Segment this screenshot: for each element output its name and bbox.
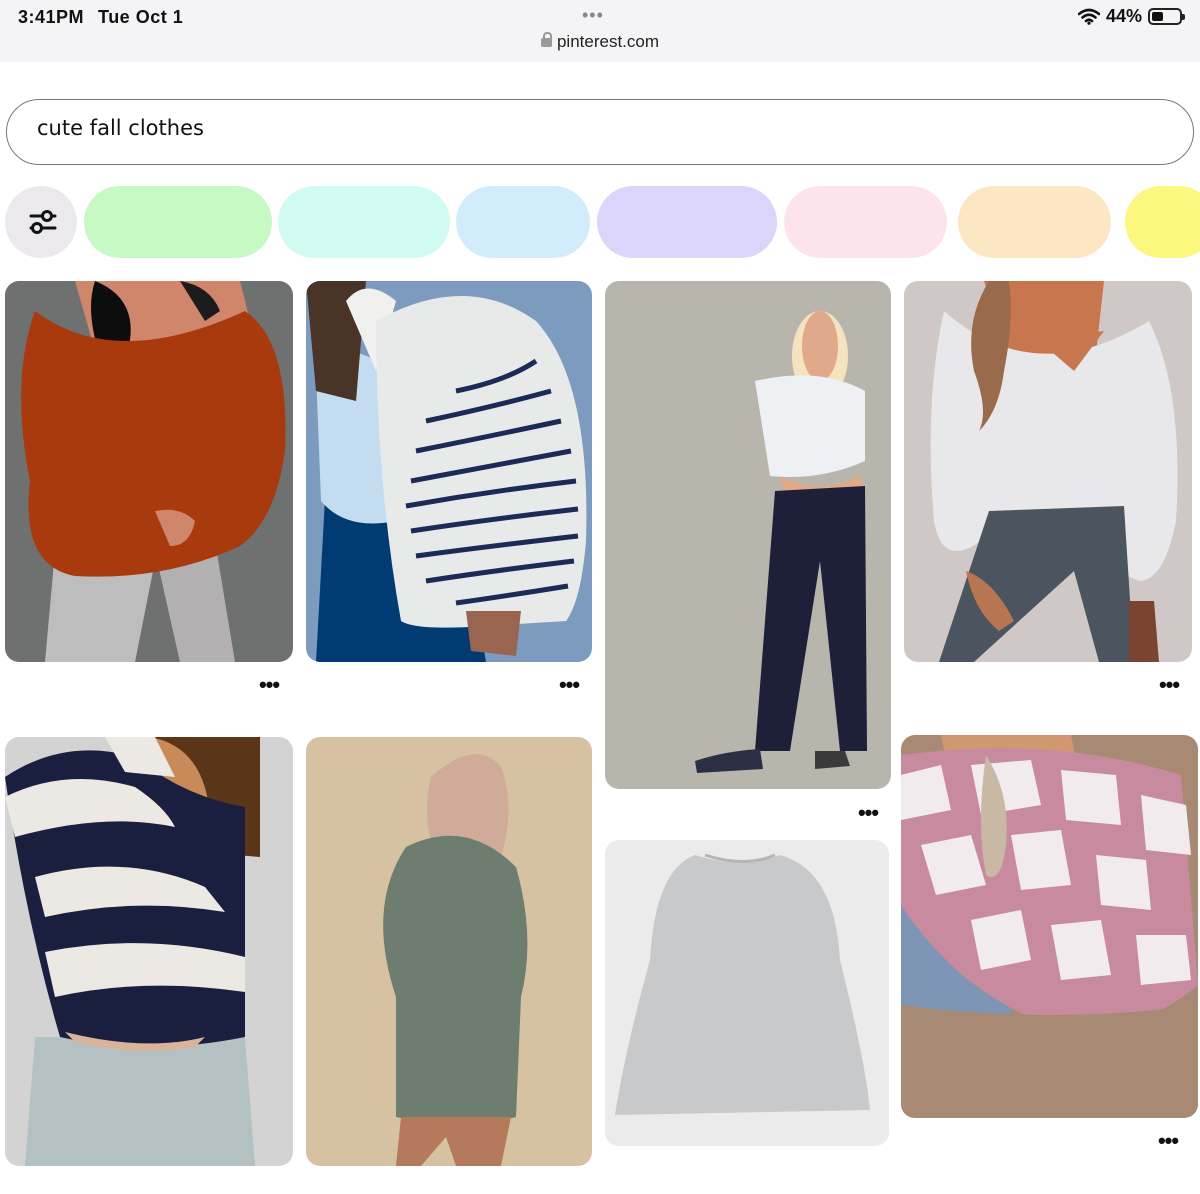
- pin-image: [5, 737, 293, 1166]
- url-text: pinterest.com: [556, 32, 660, 51]
- pin-white-blouse-dark-jeans[interactable]: [904, 281, 1192, 662]
- status-time-date: 3:41PM Tue Oct 1: [18, 7, 183, 28]
- pin-image: [306, 281, 592, 662]
- pin-more-button[interactable]: •••: [1153, 1130, 1183, 1152]
- pin-image: [901, 735, 1198, 1118]
- color-chip-yellow[interactable]: [1125, 186, 1200, 258]
- status-bar: 3:41PM Tue Oct 1 ••• pinterest.com 44%: [0, 0, 1200, 62]
- pin-image: [904, 281, 1192, 662]
- pin-image: [605, 281, 891, 789]
- color-chip-pink[interactable]: [784, 186, 947, 258]
- pin-more-button[interactable]: •••: [554, 674, 584, 696]
- pin-striped-cardigan[interactable]: [306, 281, 592, 662]
- color-chip-blue[interactable]: [456, 186, 590, 258]
- battery-percent: 44%: [1105, 6, 1142, 26]
- filter-button[interactable]: [5, 186, 77, 258]
- pin-pink-checkered-sweater[interactable]: [901, 735, 1198, 1118]
- browser-menu-dots[interactable]: •••: [582, 5, 604, 26]
- pin-image: [5, 281, 293, 662]
- address-bar[interactable]: pinterest.com: [0, 32, 1200, 52]
- color-chip-peach[interactable]: [958, 186, 1111, 258]
- color-chip-green[interactable]: [84, 186, 272, 258]
- sliders-icon: [29, 210, 57, 234]
- status-date: Tue Oct 1: [98, 7, 184, 27]
- pin-more-button[interactable]: •••: [254, 674, 284, 696]
- pin-more-button[interactable]: •••: [1154, 674, 1184, 696]
- wifi-icon: [1077, 8, 1100, 25]
- lock-icon: [540, 32, 552, 47]
- battery-icon: [1148, 8, 1185, 25]
- pin-image: [605, 840, 889, 1146]
- status-right: 44%: [1077, 6, 1185, 27]
- pin-green-sweater-dress[interactable]: [306, 737, 592, 1166]
- color-chip-purple[interactable]: [597, 186, 777, 258]
- pin-navy-white-striped-sweater[interactable]: [5, 737, 293, 1166]
- pin-image: [306, 737, 592, 1166]
- search-input[interactable]: [37, 116, 1137, 140]
- color-chip-mint[interactable]: [278, 186, 450, 258]
- search-bar[interactable]: [6, 99, 1194, 165]
- status-time: 3:41PM: [18, 7, 85, 27]
- pin-more-button[interactable]: •••: [853, 802, 883, 824]
- pin-white-tee-navy-trousers[interactable]: [605, 281, 891, 789]
- pin-rust-off-shoulder-sweater[interactable]: [5, 281, 293, 662]
- pin-gray-oversized-sweatshirt[interactable]: [605, 840, 889, 1146]
- battery-fill: [1152, 12, 1163, 21]
